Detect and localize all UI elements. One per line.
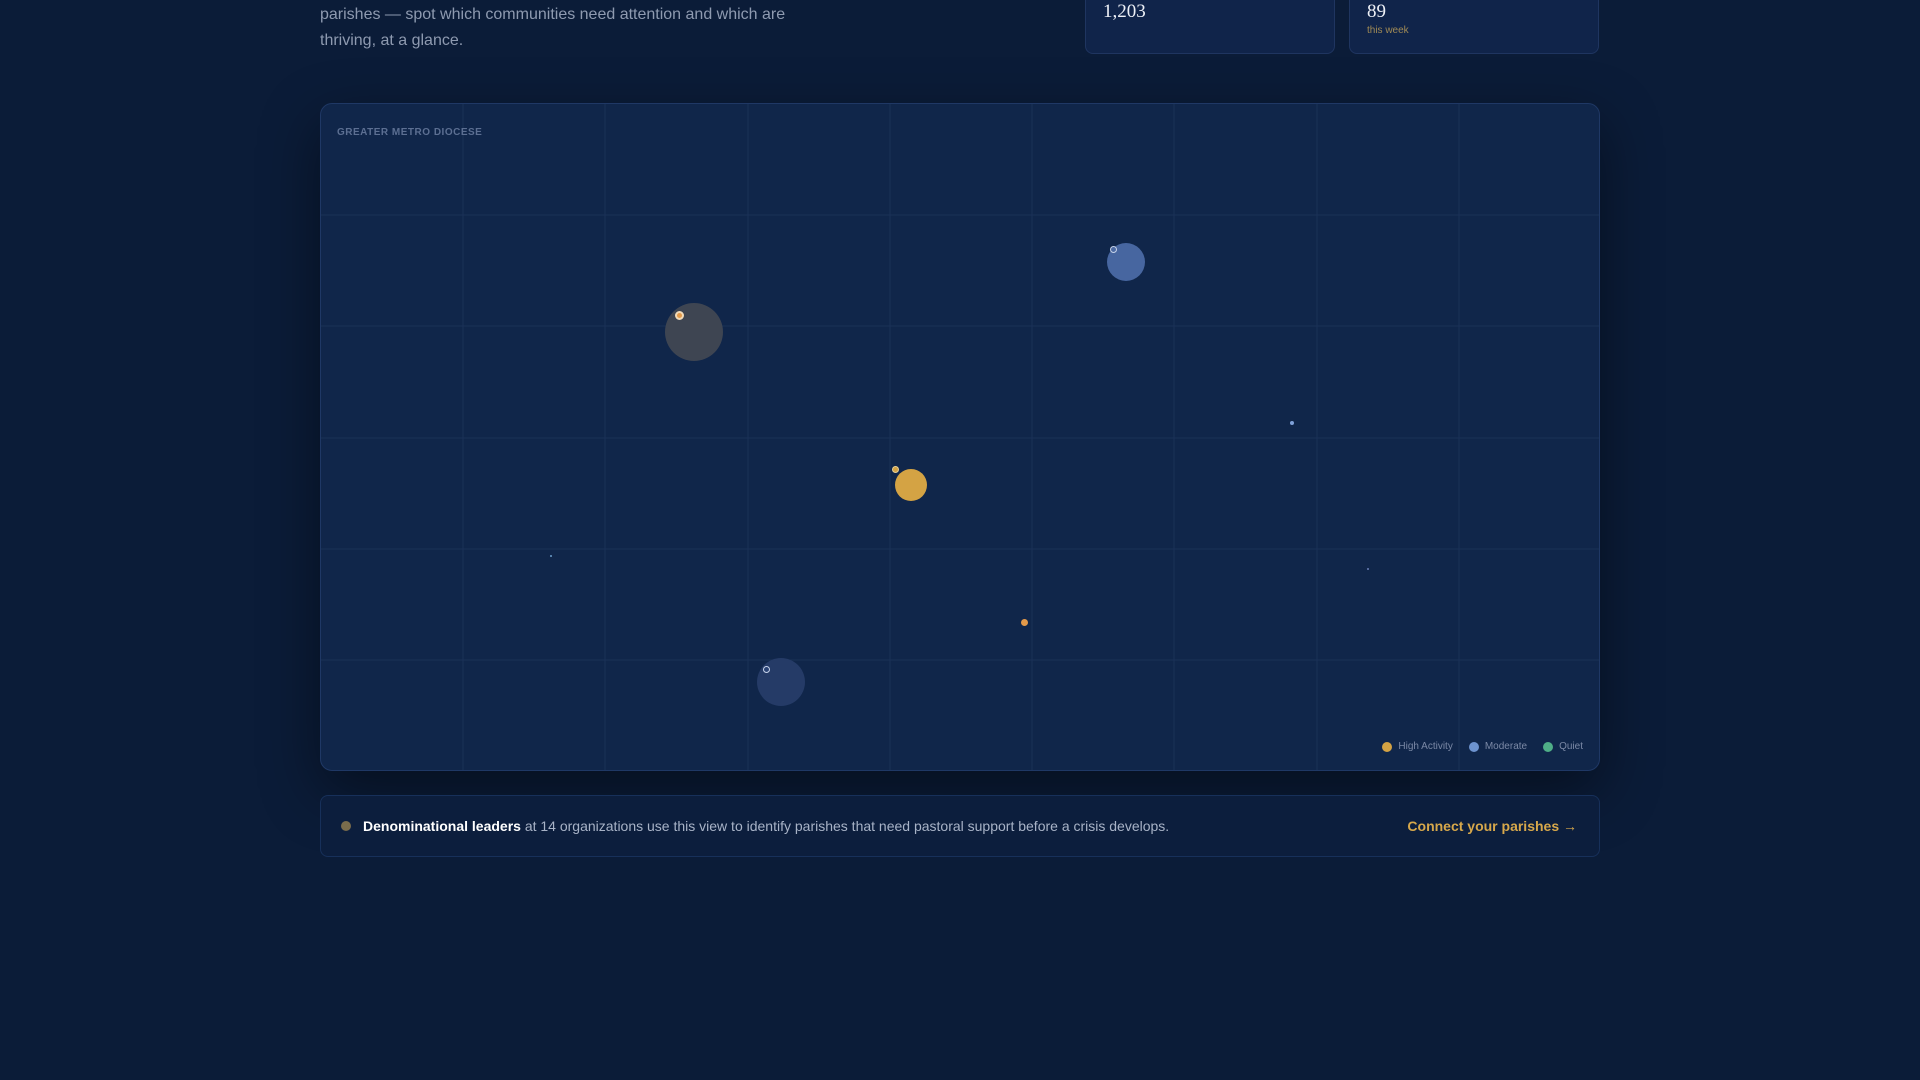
- status-dot-icon: [341, 821, 351, 831]
- page: parishes — spot which communities need a…: [0, 0, 1920, 1080]
- legend-item-moderate: Moderate: [1468, 741, 1528, 752]
- stat-value: 89: [1367, 1, 1386, 22]
- parish-activity-bubble[interactable]: [665, 303, 723, 361]
- cta-link-label[interactable]: Connect your parishes: [1407, 818, 1559, 834]
- cta-bar: Denominational leaders at 14 organizatio…: [320, 795, 1600, 857]
- stat-value: 1,203: [1103, 1, 1146, 22]
- parish-marker[interactable]: [550, 555, 552, 557]
- intro-line-2: thriving, at a glance.: [320, 32, 464, 49]
- parish-marker[interactable]: [1290, 421, 1294, 425]
- legend-item-quiet: Quiet: [1543, 741, 1583, 752]
- parish-marker[interactable]: [892, 466, 899, 473]
- legend-label: Quiet: [1559, 741, 1583, 752]
- legend-item-high-activity: High Activity: [1382, 741, 1453, 752]
- cta-lead: Denominational leaders: [363, 818, 521, 834]
- parish-marker[interactable]: [763, 666, 770, 673]
- legend-label: High Activity: [1398, 741, 1453, 752]
- connect-parishes-link[interactable]: Connect your parishes →: [1407, 818, 1577, 834]
- quiet-swatch: [1543, 741, 1554, 752]
- stat-card-weekly: 89 this week: [1349, 0, 1599, 54]
- arrow-right-icon: →: [1563, 818, 1577, 834]
- parish-marker[interactable]: [1110, 246, 1117, 253]
- parish-marker[interactable]: [1021, 619, 1028, 626]
- parish-activity-bubble[interactable]: [757, 658, 805, 706]
- cta-body: at 14 organizations use this view to ide…: [520, 818, 1170, 834]
- map-legend: High Activity Moderate Quiet: [1382, 741, 1583, 752]
- parish-activity-bubble[interactable]: [895, 469, 927, 501]
- stat-card-total: 1,203: [1085, 0, 1335, 54]
- parish-marker[interactable]: [1367, 568, 1369, 570]
- parish-marker[interactable]: [675, 311, 684, 320]
- intro-line-1: parishes — spot which communities need a…: [320, 6, 786, 23]
- legend-label: Moderate: [1484, 741, 1528, 752]
- moderate-swatch: [1468, 741, 1479, 752]
- stat-subtitle: this week: [1367, 25, 1409, 36]
- intro-text: parishes — spot which communities need a…: [320, 0, 820, 54]
- high-activity-swatch: [1382, 741, 1393, 752]
- map-title: GREATER METRO DIOCESE: [337, 127, 483, 138]
- parish-map[interactable]: GREATER METRO DIOCESE High Activity Mode…: [320, 103, 1600, 771]
- map-grid: [321, 104, 1599, 770]
- cta-message: Denominational leaders at 14 organizatio…: [363, 818, 1169, 834]
